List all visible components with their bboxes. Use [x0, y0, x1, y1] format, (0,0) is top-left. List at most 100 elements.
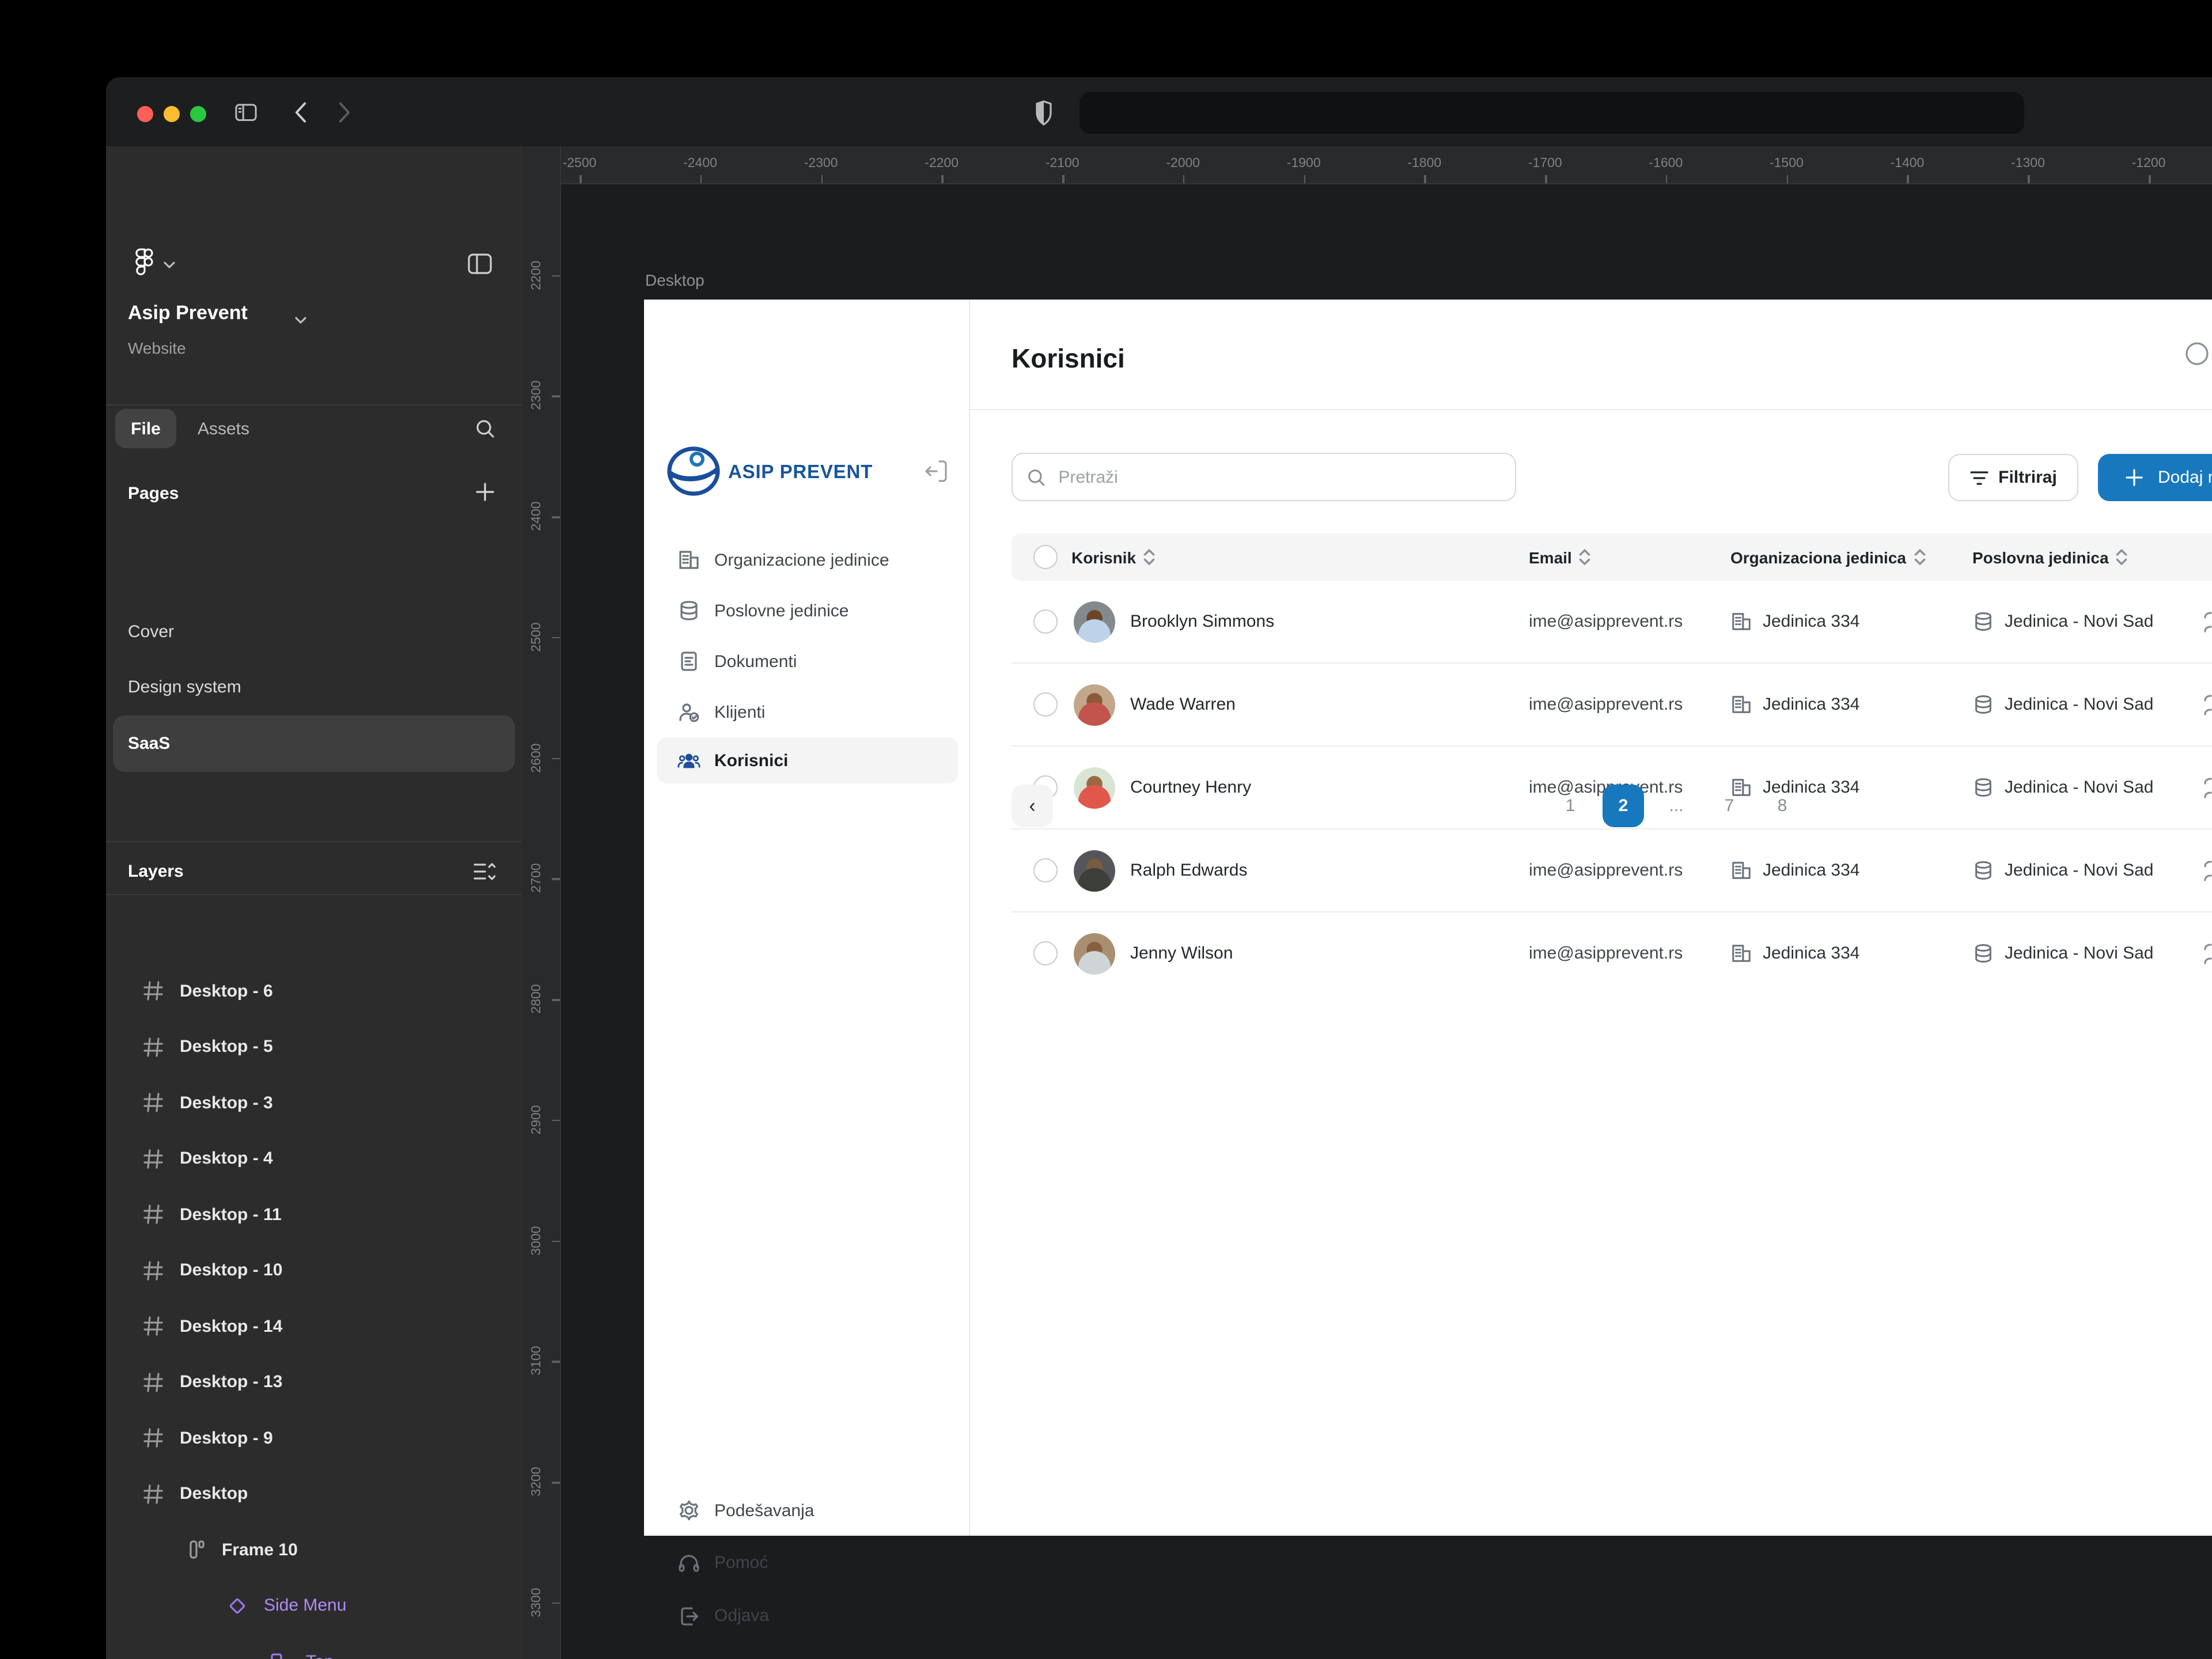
- layer-type-icon: [143, 1149, 164, 1169]
- layer-item[interactable]: Desktop - 11: [106, 1187, 522, 1243]
- panel-toggle-icon[interactable]: [468, 253, 492, 274]
- ruler-left-label: 2200: [530, 260, 544, 289]
- layer-item[interactable]: Side Menu: [106, 1578, 522, 1634]
- shield-icon[interactable]: [1035, 100, 1053, 126]
- chevron-down-icon[interactable]: [164, 260, 175, 268]
- frame-label[interactable]: Desktop: [645, 271, 704, 289]
- search-field[interactable]: [1012, 453, 1516, 501]
- search-input[interactable]: [1056, 466, 1501, 488]
- canvas[interactable]: Desktop ASIP PREVENT Organizacione jedin…: [522, 146, 2212, 1659]
- collapse-layers-icon[interactable]: [474, 862, 495, 881]
- filter-button[interactable]: Filtriraj: [1948, 454, 2078, 501]
- pagination-prev-button[interactable]: ‹: [1012, 785, 1053, 827]
- back-icon[interactable]: [294, 104, 308, 122]
- add-user-button[interactable]: Dodaj no: [2098, 454, 2212, 501]
- ruler-corner: [522, 146, 560, 183]
- layer-item[interactable]: Top: [106, 1634, 522, 1659]
- page-item[interactable]: Cover: [106, 604, 522, 660]
- ruler-left-label: 2900: [530, 1105, 544, 1134]
- project-chevron-down-icon[interactable]: [295, 316, 306, 324]
- layer-item[interactable]: Desktop - 3: [106, 1075, 522, 1131]
- ruler-tick: [552, 637, 560, 639]
- pagination-page[interactable]: 2: [1603, 785, 1644, 827]
- pagination-page[interactable]: ...: [1656, 785, 1697, 827]
- ruler-top-label: -2500: [563, 157, 597, 171]
- column-header[interactable]: Organizaciona jedinica: [1730, 548, 1927, 566]
- tab-file[interactable]: File: [115, 409, 176, 448]
- nav-item[interactable]: Podešavanja: [657, 1485, 959, 1536]
- select-all-checkbox[interactable]: [1033, 545, 1058, 569]
- pagination-page[interactable]: 8: [1762, 785, 1803, 827]
- page-item[interactable]: SaaS: [113, 715, 515, 771]
- layer-item[interactable]: Desktop - 9: [106, 1410, 522, 1466]
- ruler-tick: [1425, 175, 1426, 183]
- ruler-top-label: -1400: [1891, 157, 1925, 171]
- sidebar-collapse-icon[interactable]: [923, 459, 948, 484]
- add-page-icon[interactable]: [475, 482, 495, 502]
- coins-icon: [1972, 942, 1994, 964]
- ruler-tick: [1062, 175, 1064, 183]
- layer-item[interactable]: Desktop - 10: [106, 1243, 522, 1298]
- layer-item[interactable]: Desktop - 13: [106, 1354, 522, 1410]
- design-frame: ASIP PREVENT Organizacione jedinicePoslo…: [644, 300, 2212, 1536]
- page-search-icon[interactable]: [2184, 341, 2212, 369]
- layer-item[interactable]: Desktop - 6: [106, 963, 522, 1019]
- design-sidebar: ASIP PREVENT Organizacione jedinicePoslo…: [644, 300, 970, 1536]
- layer-item[interactable]: Desktop - 5: [106, 1019, 522, 1075]
- nav-item[interactable]: Organizacione jedinice: [657, 535, 959, 585]
- layer-item[interactable]: Desktop: [106, 1466, 522, 1522]
- ruler-left-label: 3200: [530, 1467, 544, 1497]
- ruler-tick: [821, 175, 823, 183]
- ruler-tick: [1666, 175, 1668, 183]
- row-checkbox[interactable]: [1033, 692, 1058, 717]
- close-window-button[interactable]: [137, 106, 153, 122]
- column-header[interactable]: Poslovna jedinica: [1972, 548, 2130, 566]
- coins-icon: [1972, 611, 1994, 632]
- page-item[interactable]: Design system: [106, 660, 522, 715]
- row-action-icon[interactable]: [2197, 609, 2212, 634]
- nav-item-icon: [677, 1552, 700, 1575]
- column-header[interactable]: Email: [1529, 548, 1730, 566]
- layer-item[interactable]: Desktop - 4: [106, 1131, 522, 1187]
- tab-assets[interactable]: Assets: [189, 409, 258, 448]
- row-action-icon[interactable]: [2197, 858, 2212, 883]
- figma-logo-icon[interactable]: [135, 248, 154, 276]
- layer-item[interactable]: Desktop - 14: [106, 1298, 522, 1354]
- nav-item[interactable]: Klijenti: [657, 687, 959, 737]
- ruler-top-label: -1500: [1770, 157, 1804, 171]
- zoom-window-button[interactable]: [190, 106, 206, 122]
- nav-item-icon: [677, 1604, 700, 1627]
- nav-item-icon: [677, 650, 700, 673]
- address-bar[interactable]: [1080, 92, 2024, 134]
- nav-item[interactable]: Poslovne jedinice: [657, 585, 959, 636]
- minimize-window-button[interactable]: [164, 106, 180, 122]
- ruler-tick: [1786, 175, 1788, 183]
- table-row[interactable]: Wade Warren ime@asipprevent.rs Jedinica …: [1012, 664, 2212, 747]
- pagination-page[interactable]: 1: [1550, 785, 1591, 827]
- layer-type-icon: [143, 1428, 164, 1449]
- layer-item[interactable]: Frame 10: [106, 1522, 522, 1578]
- ruler-tick: [579, 175, 581, 183]
- nav-item[interactable]: Korisnici: [657, 737, 959, 783]
- project-title[interactable]: Asip Prevent: [128, 302, 248, 325]
- row-action-icon[interactable]: [2197, 692, 2212, 717]
- nav-item[interactable]: Pomoć: [657, 1538, 959, 1589]
- search-icon[interactable]: [475, 418, 495, 439]
- nav-item[interactable]: Dokumenti: [657, 636, 959, 687]
- column-header[interactable]: Korisnik: [1071, 548, 1157, 566]
- ruler-tick: [2149, 175, 2150, 183]
- nav-item[interactable]: Odjava: [657, 1590, 959, 1641]
- row-action-icon[interactable]: [2197, 775, 2212, 800]
- row-checkbox[interactable]: [1033, 609, 1058, 634]
- row-checkbox[interactable]: [1033, 858, 1058, 882]
- pagination-page[interactable]: 7: [1709, 785, 1750, 827]
- table-row[interactable]: Ralph Edwards ime@asipprevent.rs Jedinic…: [1012, 830, 2212, 912]
- table-row[interactable]: Jenny Wilson ime@asipprevent.rs Jedinica…: [1012, 912, 2212, 994]
- sidebar-toggle-icon[interactable]: [235, 104, 257, 122]
- ruler-tick: [552, 1361, 560, 1363]
- table-row[interactable]: Brooklyn Simmons ime@asipprevent.rs Jedi…: [1012, 581, 2212, 664]
- ruler-tick: [552, 757, 560, 759]
- forward-icon[interactable]: [338, 104, 351, 122]
- row-checkbox[interactable]: [1033, 941, 1058, 965]
- row-action-icon[interactable]: [2197, 941, 2212, 966]
